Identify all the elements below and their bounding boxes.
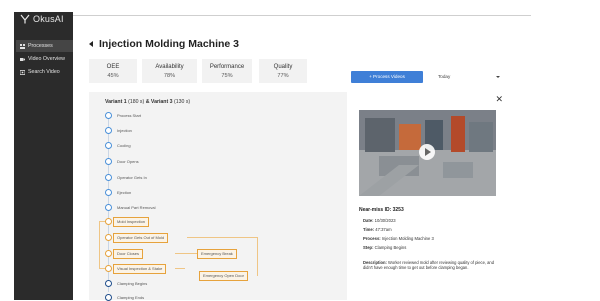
- emergency-break-box[interactable]: Emergency Break: [197, 249, 237, 259]
- flow-node-highlighted[interactable]: [105, 234, 112, 241]
- top-divider: [73, 15, 531, 16]
- flow-step-label: Door Opens: [117, 159, 139, 164]
- detail-date: Date: 10/30/2023: [363, 218, 396, 223]
- date-range-value: Today: [438, 74, 451, 79]
- metric-performance: Performance 75%: [202, 59, 252, 83]
- sidebar-item-label: Search Video: [28, 69, 60, 75]
- highlight-loop-line: [99, 221, 100, 268]
- flow-node[interactable]: [105, 142, 112, 149]
- emergency-branch-line: [187, 237, 257, 238]
- sidebar-item-video-overview[interactable]: Video Overview: [16, 53, 73, 65]
- sidebar-item-search-video[interactable]: Search Video: [16, 66, 73, 78]
- brand-name: OkusAI: [33, 14, 64, 24]
- flow-node-highlighted[interactable]: [105, 265, 112, 272]
- near-miss-detail-panel: ✕ Near-miss ID: 3253 Date: 10/30/2023 Ti…: [350, 92, 514, 300]
- detail-time-label: Time:: [363, 227, 375, 232]
- flow-step-label: Cooling: [117, 143, 131, 148]
- flow-step-label: Clamping Ends: [117, 295, 145, 300]
- metric-value: 78%: [163, 73, 176, 79]
- metric-label: Availability: [155, 64, 184, 70]
- video-icon: [20, 57, 25, 61]
- flow-node-highlighted[interactable]: [105, 218, 112, 225]
- detail-step-value: Clamping Begins: [374, 245, 407, 250]
- process-flow-panel: Variant 1 (180 s) & Variant 3 (130 s) Pr…: [89, 92, 347, 301]
- top-bar: [0, 0, 600, 28]
- detail-time: Time: 47:37am: [363, 227, 392, 232]
- variant-comparison-title: Variant 1 (180 s) & Variant 3 (130 s): [105, 99, 190, 105]
- metric-quality: Quality 77%: [259, 59, 307, 83]
- metric-oee: OEE 45%: [89, 59, 137, 83]
- sidebar-item-label: Video Overview: [28, 56, 65, 62]
- flow-node[interactable]: [105, 204, 112, 211]
- play-icon: [425, 148, 431, 156]
- metric-label: Performance: [209, 64, 245, 70]
- detail-step: Step: Clamping Begins: [363, 245, 406, 250]
- near-miss-id: Near-miss ID: 3253: [359, 207, 404, 213]
- page-header: Injection Molding Machine 3: [89, 38, 239, 50]
- logo-icon: [20, 14, 30, 24]
- flow-step-label: Process Start: [117, 113, 142, 118]
- metric-label: OEE: [106, 64, 120, 70]
- variant-b-count: (130 s): [174, 99, 191, 105]
- metric-value: 77%: [277, 73, 289, 79]
- brand-logo[interactable]: OkusAI: [20, 14, 64, 24]
- variant-a-name: Variant 1: [105, 99, 127, 105]
- flow-node[interactable]: [105, 189, 112, 196]
- variant-b-name: Variant 3: [150, 99, 173, 105]
- sidebar-nav: Processes Video Overview Search Video: [16, 40, 73, 79]
- flow-step-label: Ejection: [117, 190, 132, 195]
- sidebar-item-processes[interactable]: Processes: [16, 40, 73, 52]
- detail-process-label: Process:: [363, 236, 381, 241]
- variant-a-count: (180 s): [128, 99, 145, 105]
- flow-step-box[interactable]: Door Closes: [113, 249, 144, 259]
- detail-process-value: Injection Molding Machine 3: [381, 236, 434, 241]
- metric-label: Quality: [273, 64, 293, 70]
- emergency-open-door-box[interactable]: Emergency Open Door: [199, 271, 248, 281]
- metric-availability: Availability 78%: [142, 59, 197, 83]
- emergency-branch-line: [175, 268, 185, 269]
- detail-date-label: Date:: [363, 218, 374, 223]
- variant-amp: &: [145, 99, 150, 105]
- process-videos-button[interactable]: + Process Videos: [351, 71, 423, 83]
- close-icon[interactable]: ✕: [495, 95, 503, 104]
- metric-value: 75%: [221, 73, 233, 79]
- flow-node-highlighted[interactable]: [105, 250, 112, 257]
- detail-process: Process: Injection Molding Machine 3: [363, 236, 434, 241]
- detail-step-label: Step:: [363, 245, 374, 250]
- back-arrow-icon[interactable]: [89, 41, 93, 47]
- flow-step-label: Operator Gets In: [117, 175, 147, 180]
- detail-description: Description: Worker reviewed mold after …: [363, 260, 498, 271]
- flow-step-label: Injection: [117, 128, 132, 133]
- sidebar: OkusAI Processes Video Overview Search V…: [14, 12, 73, 300]
- flow-node[interactable]: [105, 174, 112, 181]
- sidebar-item-label: Processes: [28, 43, 53, 49]
- play-button[interactable]: [419, 144, 435, 160]
- page-title: Injection Molding Machine 3: [99, 38, 240, 50]
- flow-node[interactable]: [105, 158, 112, 165]
- emergency-branch-line: [257, 237, 258, 276]
- flow-node[interactable]: [105, 112, 112, 119]
- search-icon: [20, 69, 25, 75]
- detail-date-value: 10/30/2023: [374, 218, 396, 223]
- detail-time-value: 47:37am: [375, 227, 392, 232]
- flow-node[interactable]: [105, 127, 112, 134]
- flow-step-label: Manual Part Removal: [117, 205, 156, 210]
- flow-step-label: Clamping Begins: [117, 281, 148, 286]
- date-range-select[interactable]: Today: [433, 71, 504, 83]
- flow-step-box[interactable]: Mold Inspection: [113, 217, 150, 227]
- chevron-down-icon: [496, 76, 500, 78]
- processes-icon: [20, 43, 25, 49]
- flow-step-box[interactable]: Operator Gets Out of Mold: [113, 233, 169, 243]
- flow-node[interactable]: [105, 280, 112, 287]
- emergency-branch-line: [175, 253, 197, 254]
- metric-value: 45%: [107, 73, 119, 79]
- detail-desc-label: Description:: [363, 260, 387, 265]
- flow-step-box[interactable]: Visual Inspection & Stake: [113, 264, 167, 274]
- video-player[interactable]: [359, 110, 496, 196]
